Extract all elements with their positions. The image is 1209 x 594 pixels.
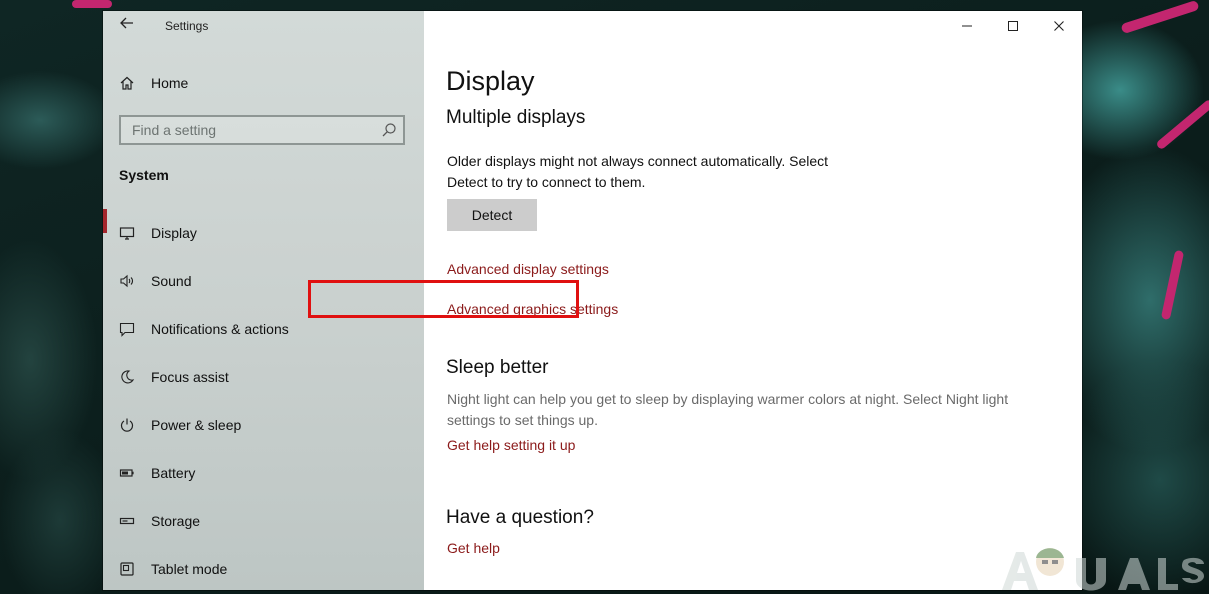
- wallpaper-stem: [1160, 249, 1185, 321]
- sleep-better-description-line2: settings to set things up.: [447, 412, 598, 428]
- storage-icon: [117, 511, 137, 531]
- wallpaper-stem: [72, 0, 112, 8]
- home-icon: [117, 73, 137, 93]
- sidebar-item-label: Power & sleep: [151, 417, 242, 433]
- search-input[interactable]: Find a setting: [119, 115, 405, 145]
- sidebar-item-focus-assist[interactable]: Focus assist: [103, 353, 424, 401]
- moon-icon: [117, 367, 137, 387]
- have-a-question-heading: Have a question?: [446, 507, 594, 528]
- sidebar-nav: Display Sound Notifications & actions Fo…: [103, 209, 424, 590]
- sidebar-item-storage[interactable]: Storage: [103, 497, 424, 545]
- maximize-button[interactable]: [990, 11, 1036, 41]
- advanced-display-settings-link[interactable]: Advanced display settings: [447, 261, 609, 277]
- sidebar-item-label: Notifications & actions: [151, 321, 289, 337]
- sleep-better-heading: Sleep better: [446, 357, 549, 378]
- back-arrow-icon: [120, 17, 133, 29]
- sidebar-item-display[interactable]: Display: [103, 209, 424, 257]
- multiple-displays-heading: Multiple displays: [446, 107, 586, 128]
- minimize-icon: [962, 25, 972, 27]
- sidebar-item-tablet-mode[interactable]: Tablet mode: [103, 545, 424, 590]
- window-controls: [944, 11, 1082, 41]
- close-button[interactable]: [1036, 11, 1082, 41]
- search-placeholder: Find a setting: [132, 122, 217, 138]
- detect-button[interactable]: Detect: [447, 199, 537, 231]
- monitor-icon: [117, 223, 137, 243]
- sidebar-item-label: Tablet mode: [151, 561, 228, 577]
- multiple-displays-description-line1: Older displays might not always connect …: [447, 153, 829, 169]
- sleep-better-description-line1: Night light can help you get to sleep by…: [447, 391, 1009, 407]
- search-icon[interactable]: [381, 122, 397, 138]
- back-button[interactable]: [117, 16, 137, 36]
- window-title: Settings: [165, 19, 209, 33]
- tablet-mode-icon: [117, 559, 137, 579]
- section-label-system: System: [119, 167, 169, 183]
- notification-icon: [117, 319, 137, 339]
- sidebar-item-label: Focus assist: [151, 369, 229, 385]
- wallpaper-stem: [1155, 98, 1209, 151]
- minimize-button[interactable]: [944, 11, 990, 41]
- get-help-setting-it-up-link[interactable]: Get help setting it up: [447, 437, 575, 453]
- multiple-displays-description-line2: Detect to try to connect to them.: [447, 174, 646, 190]
- power-icon: [117, 415, 137, 435]
- sidebar-item-label: Sound: [151, 273, 192, 289]
- page-title: Display: [446, 66, 535, 96]
- get-help-link[interactable]: Get help: [447, 540, 500, 556]
- watermark-logo: [1002, 548, 1204, 591]
- sidebar-item-label: Storage: [151, 513, 201, 529]
- sidebar-item-label: Display: [151, 225, 197, 241]
- close-icon: [1054, 21, 1064, 31]
- home-label: Home: [151, 75, 189, 91]
- battery-icon: [117, 463, 137, 483]
- sidebar-item-battery[interactable]: Battery: [103, 449, 424, 497]
- speaker-icon: [117, 271, 137, 291]
- sidebar-item-label: Battery: [151, 465, 196, 481]
- sidebar-item-home[interactable]: Home: [117, 71, 188, 95]
- highlight-annotation-box: [308, 280, 579, 318]
- settings-window: Settings Home Find a setting System Disp…: [103, 11, 1082, 590]
- maximize-icon: [1008, 21, 1018, 31]
- wallpaper-stem: [1120, 0, 1200, 35]
- sidebar-item-power-sleep[interactable]: Power & sleep: [103, 401, 424, 449]
